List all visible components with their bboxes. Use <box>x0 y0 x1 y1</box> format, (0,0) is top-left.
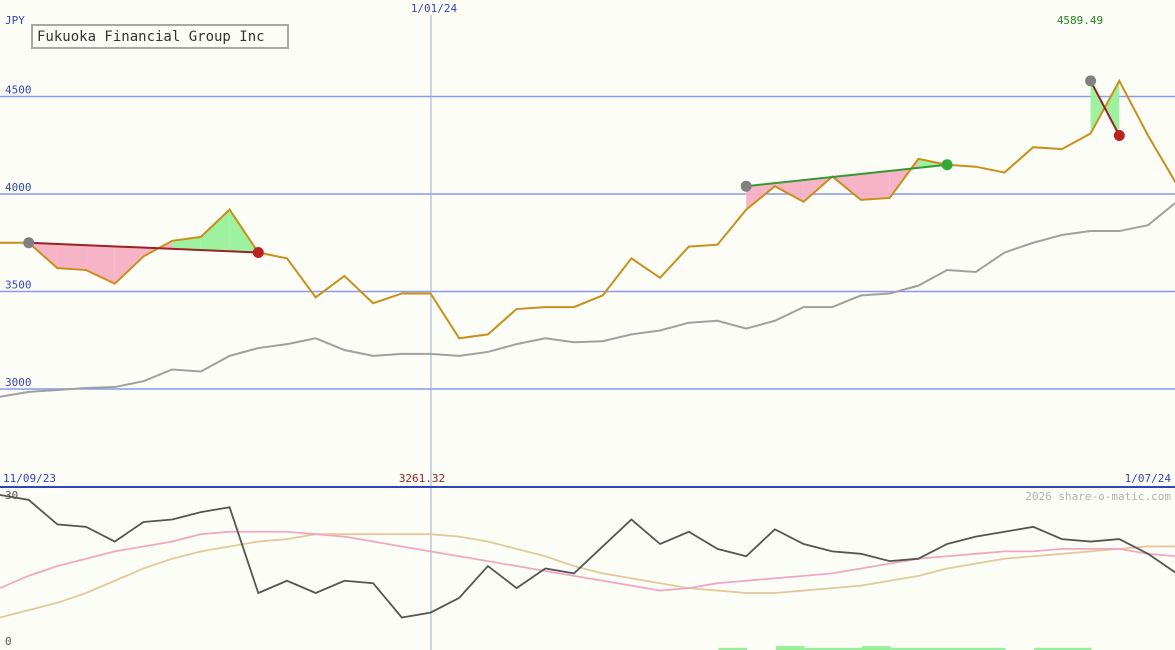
signal-fill-1-30 <box>861 170 890 200</box>
y-tick-label-4500: 4500 <box>5 84 32 97</box>
signal-end-marker-2 <box>1113 130 1125 141</box>
volume-bar-3 <box>862 646 891 650</box>
end-date-label: 1/07/24 <box>1125 472 1172 485</box>
signal-start-marker-0 <box>23 237 35 249</box>
volume-bar-1 <box>775 646 805 650</box>
osc-tick-top: 30 <box>5 489 18 502</box>
signal-end-marker-0 <box>252 247 264 258</box>
y-tick-label-3500: 3500 <box>5 279 32 292</box>
currency-label: JPY <box>5 14 25 27</box>
y-tick-label-3000: 3000 <box>5 376 32 389</box>
signal-end-marker-1 <box>941 159 953 171</box>
osc-tick-bottom: 0 <box>5 635 12 648</box>
signal-start-marker-1 <box>740 180 752 192</box>
signal-fill-0-2 <box>57 243 87 271</box>
low-value-label: 3261.32 <box>399 472 445 485</box>
price-chart: 3000 3500 4000 4500 4589.49 3261.32 1/01/24 11/… <box>0 0 1175 650</box>
y-tick-label-4000: 4000 <box>5 181 32 194</box>
start-date-label: 11/09/23 <box>3 472 56 485</box>
date-marker-label: 1/01/24 <box>411 2 458 15</box>
chart-area: 3000 3500 4000 4500 4589.49 3261.32 1/01/24 11/… <box>0 0 1175 650</box>
signal-start-marker-2 <box>1085 75 1097 87</box>
watermark: 2026 share-o-matic.com <box>1025 490 1171 503</box>
high-value-label: 4589.49 <box>1057 14 1103 27</box>
company-title: Fukuoka Financial Group Inc <box>37 29 265 45</box>
